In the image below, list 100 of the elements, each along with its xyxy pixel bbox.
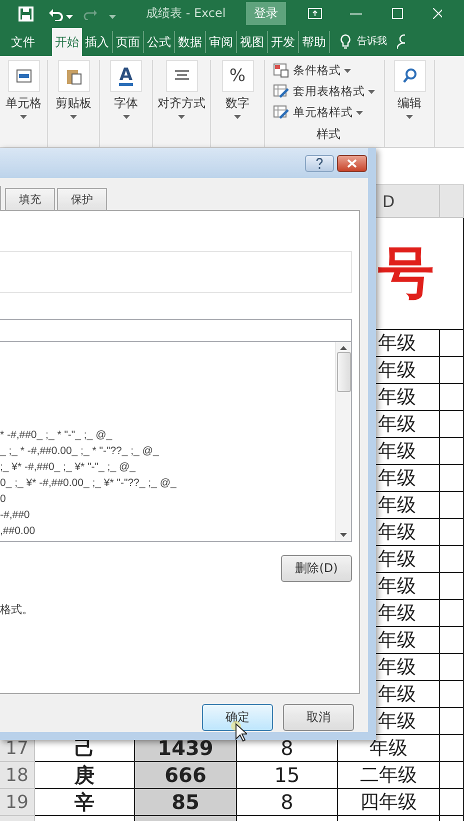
scrollbar[interactable]: [335, 342, 351, 541]
group-label: 剪贴板: [56, 95, 92, 112]
ribbon-button[interactable]: [166, 60, 198, 92]
ribbon-tab[interactable]: 视图: [237, 31, 268, 53]
dropdown-caret-icon[interactable]: [356, 110, 363, 114]
ribbon-button[interactable]: [394, 60, 426, 92]
style-menu-button[interactable]: 条件格式: [273, 60, 351, 81]
format-list-item[interactable]: 0: [0, 491, 335, 507]
user-icon[interactable]: [397, 34, 405, 49]
dropdown-caret-icon[interactable]: [70, 115, 77, 119]
table-cell: [440, 357, 464, 384]
table-cell: [440, 465, 464, 492]
group-label: 数字: [226, 95, 250, 112]
dropdown-caret-icon[interactable]: [344, 68, 351, 72]
table-cell: 庚: [35, 762, 135, 789]
dropdown-caret-icon[interactable]: [109, 15, 116, 19]
style-menu-button[interactable]: 单元格样式: [273, 102, 363, 123]
type-field[interactable]: [0, 319, 352, 342]
table-cell: [440, 438, 464, 465]
group-label: 单元格: [6, 95, 42, 112]
table-cell: 666: [135, 762, 237, 789]
delete-button[interactable]: 删除(D): [281, 555, 352, 582]
table-cell: [440, 762, 464, 789]
dropdown-caret-icon[interactable]: [178, 115, 185, 119]
lightbulb-icon[interactable]: [340, 34, 351, 49]
group-label: 样式: [316, 126, 340, 143]
close-icon[interactable]: [432, 8, 442, 19]
ribbon-button[interactable]: [58, 60, 90, 92]
clipboard-icon: [66, 67, 82, 85]
ribbon-tab[interactable]: 开发: [268, 31, 299, 53]
ok-button[interactable]: 确定: [202, 704, 273, 731]
format-list-item[interactable]: _ ;_ * -#,##0.00_ ;_ * "-"??_ ;_ @_: [0, 443, 335, 459]
save-icon[interactable]: [18, 6, 34, 22]
redo-icon: [83, 8, 97, 20]
scroll-down-icon[interactable]: [340, 533, 347, 537]
table-cell: 15: [237, 762, 338, 789]
style-menu-button[interactable]: 套用表格格式: [273, 81, 375, 102]
table-cell: [440, 411, 464, 438]
format-icon: %: [229, 66, 246, 86]
ribbon-button[interactable]: %: [222, 60, 254, 92]
table-cell: [440, 519, 464, 546]
table-cell: 8: [237, 789, 338, 816]
ribbon-tab[interactable]: 审阅: [206, 31, 237, 53]
row-header[interactable]: 19: [0, 789, 35, 816]
ribbon-tab[interactable]: 开始: [52, 28, 82, 56]
minimize-icon[interactable]: [350, 12, 362, 14]
format-list-item[interactable]: ,##0.00: [0, 523, 335, 539]
scrollbar-thumb[interactable]: [336, 352, 350, 392]
format-list[interactable]: * -#,##0_ ;_ * "-"_ ;_ @_ _ ;_ * -#,##0.00_ ;_ * "-"??_ ;_ @_ ;_ ¥* -#,##0_ ;_ ¥* "-"_ ;_ @_ 0_ ;_ ¥* -#,##0.00_ ;_ ¥* "-"??_ ;_ @_ 0 -#,##0 ,##0.00: [0, 342, 352, 542]
format-list-item[interactable]: 0_ ;_ ¥* -#,##0.00_ ;_ ¥* "-"??_ ;_ @_: [0, 475, 335, 491]
ribbon-button[interactable]: A: [110, 60, 142, 92]
format-list-item[interactable]: * -#,##0_ ;_ * "-"_ ;_ @_: [0, 427, 335, 443]
table-cell: [440, 384, 464, 411]
table-cell: [440, 654, 464, 681]
table-cell: [440, 573, 464, 600]
table-format-icon: [273, 84, 290, 99]
table-cell: [440, 492, 464, 519]
group-label: 编辑: [398, 95, 422, 112]
tell-me-field[interactable]: 告诉我: [357, 34, 387, 48]
ribbon-button[interactable]: [8, 60, 40, 92]
table-cell: 四年级: [338, 789, 440, 816]
format-list-item[interactable]: ;_ ¥* -#,##0_ ;_ ¥* "-"_ ;_ @_: [0, 459, 335, 475]
table-cell: [440, 546, 464, 573]
sheet-title: 号: [378, 240, 434, 306]
table-cell: [440, 627, 464, 654]
dialog-tab[interactable]: 填充: [5, 188, 55, 210]
dropdown-caret-icon[interactable]: [20, 115, 27, 119]
cancel-button[interactable]: 取消: [283, 704, 354, 731]
dropdown-caret-icon[interactable]: [406, 115, 413, 119]
table-cell: 年级: [338, 735, 440, 762]
undo-icon[interactable]: [48, 6, 64, 20]
ribbon-tab[interactable]: 页面: [113, 31, 144, 53]
dropdown-caret-icon[interactable]: [368, 90, 375, 94]
ribbon-tab[interactable]: 公式: [144, 31, 175, 53]
table-cell: [440, 681, 464, 708]
close-button[interactable]: [337, 154, 367, 172]
help-icon: [316, 158, 323, 168]
ribbon-display-icon[interactable]: [308, 8, 322, 19]
table-cell: [440, 708, 464, 735]
ribbon-tab[interactable]: 数据: [175, 31, 206, 53]
table-cell: [440, 600, 464, 627]
table-cell: [440, 330, 464, 357]
table-cell: 辛: [35, 789, 135, 816]
row-header[interactable]: 18: [0, 762, 35, 789]
format-list-item[interactable]: -#,##0: [0, 507, 335, 523]
hint-text: 格式。: [0, 602, 33, 617]
help-button[interactable]: [305, 154, 334, 172]
dialog-tab[interactable]: 保护: [57, 188, 107, 210]
cells-icon: [16, 68, 32, 84]
dropdown-caret-icon[interactable]: [234, 115, 241, 119]
cell-style-icon: [273, 105, 290, 120]
maximize-icon[interactable]: [392, 8, 403, 19]
ribbon-tab[interactable]: 帮助: [299, 31, 330, 53]
group-label: 对齐方式: [158, 95, 206, 112]
dropdown-caret-icon[interactable]: [122, 115, 130, 119]
table-cell: 二年级: [338, 762, 440, 789]
close-icon: [347, 158, 357, 168]
dropdown-caret-icon[interactable]: [66, 15, 73, 19]
ribbon-tab[interactable]: 文件: [8, 31, 38, 53]
ribbon-tab[interactable]: 插入: [82, 31, 113, 53]
